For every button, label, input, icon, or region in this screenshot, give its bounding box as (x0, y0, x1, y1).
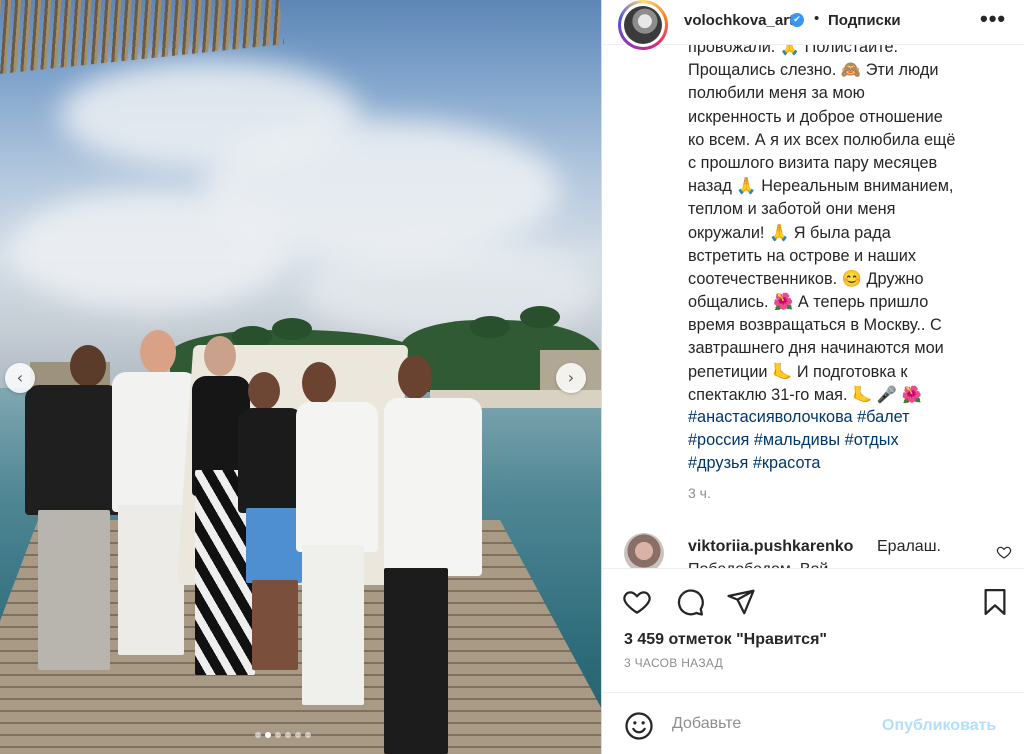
verified-icon: ✔ (790, 13, 804, 27)
publish-button[interactable]: Опубликовать (882, 717, 996, 735)
carousel-dot[interactable] (255, 732, 261, 738)
comment-avatar[interactable] (624, 533, 664, 573)
chevron-left-icon[interactable]: ‹ (5, 363, 35, 393)
post-actions: 3 459 отметок "Нравится" 3 ЧАСОВ НАЗАД (602, 568, 1024, 692)
carousel-dots (255, 732, 311, 738)
comment-input[interactable] (672, 715, 872, 733)
caption-line: спектаклю 31-го мая. 🦶 🎤 🌺 (688, 385, 922, 404)
header-separator: • (814, 10, 820, 27)
caption-line: репетиции 🦶 И подготовка к (688, 362, 908, 381)
caption-line: назад 🙏 Нереальным вниманием, (688, 177, 954, 196)
chevron-right-icon[interactable]: › (556, 363, 586, 393)
caption-line: Прощались слезно. 🙈 Эти люди (688, 61, 939, 80)
carousel-dot[interactable] (275, 732, 281, 738)
post-timestamp[interactable]: 3 ч. (688, 485, 711, 501)
hashtag-line[interactable]: #анастасияволочкова #балет (688, 406, 1004, 429)
caption-line: завтрашнего дня начинаются мои (688, 339, 944, 358)
carousel-dot[interactable] (295, 732, 301, 738)
caption-line: с прошлого визита пару месяцев (688, 153, 938, 172)
post-age: 3 ЧАСОВ НАЗАД (624, 656, 724, 670)
caption-line: полюбили меня за мою (688, 84, 865, 103)
hashtag-line[interactable]: #друзья #красота (688, 452, 1004, 475)
caption-line: искренность и доброе отношение (688, 107, 943, 126)
carousel-dot[interactable] (305, 732, 311, 738)
carousel-dot-active[interactable] (265, 732, 271, 738)
post-photo[interactable]: ‹ › (0, 0, 601, 754)
cloud (10, 190, 290, 310)
heart-icon[interactable] (622, 587, 652, 617)
following-button[interactable]: Подписки (828, 12, 901, 29)
comment-form: Опубликовать (602, 692, 1024, 754)
comment-username[interactable]: viktoriia.pushkarenko (688, 538, 853, 556)
likes-count[interactable]: 3 459 отметок "Нравится" (624, 631, 827, 649)
caption-line: встретить на острове и наших (688, 246, 916, 265)
comment-icon[interactable] (675, 587, 705, 617)
palm-tree (272, 318, 312, 340)
bookmark-icon[interactable] (980, 587, 1010, 617)
post-caption: провожали. 🙏 Полистайте. Прощались слезн… (688, 36, 1004, 407)
caption-line: соотечественников. 😊 Дружно (688, 269, 924, 288)
emoji-icon[interactable] (624, 711, 654, 741)
palm-tree (520, 306, 560, 328)
caption-line: окружали! 🙏 Я была рада (688, 223, 891, 242)
author-avatar[interactable] (618, 0, 668, 50)
caption-line: ко всем. А я их всех полюбила ещё (688, 130, 956, 149)
post-hashtags: #анастасияволочкова #балет #россия #маль… (688, 406, 1004, 476)
comment-like-heart-icon[interactable] (996, 544, 1012, 560)
caption-line: общались. 🌺 А теперь пришло (688, 293, 929, 312)
carousel-dot[interactable] (285, 732, 291, 738)
post-panel: провожали. 🙏 Полистайте. Прощались слезн… (601, 0, 1024, 754)
share-icon[interactable] (726, 587, 756, 617)
hashtag-line[interactable]: #россия #мальдивы #отдых (688, 429, 1004, 452)
author-username[interactable]: volochkova_art (684, 12, 794, 29)
comment-text: Ералаш. (877, 538, 941, 555)
post-header: volochkova_art ✔ • Подписки ••• (602, 0, 1024, 50)
caption-line: время возвращаться в Москву.. С (688, 316, 942, 335)
caption-line: теплом и заботой они меня (688, 200, 896, 219)
palm-tree (470, 316, 510, 338)
more-icon[interactable]: ••• (980, 6, 1006, 32)
